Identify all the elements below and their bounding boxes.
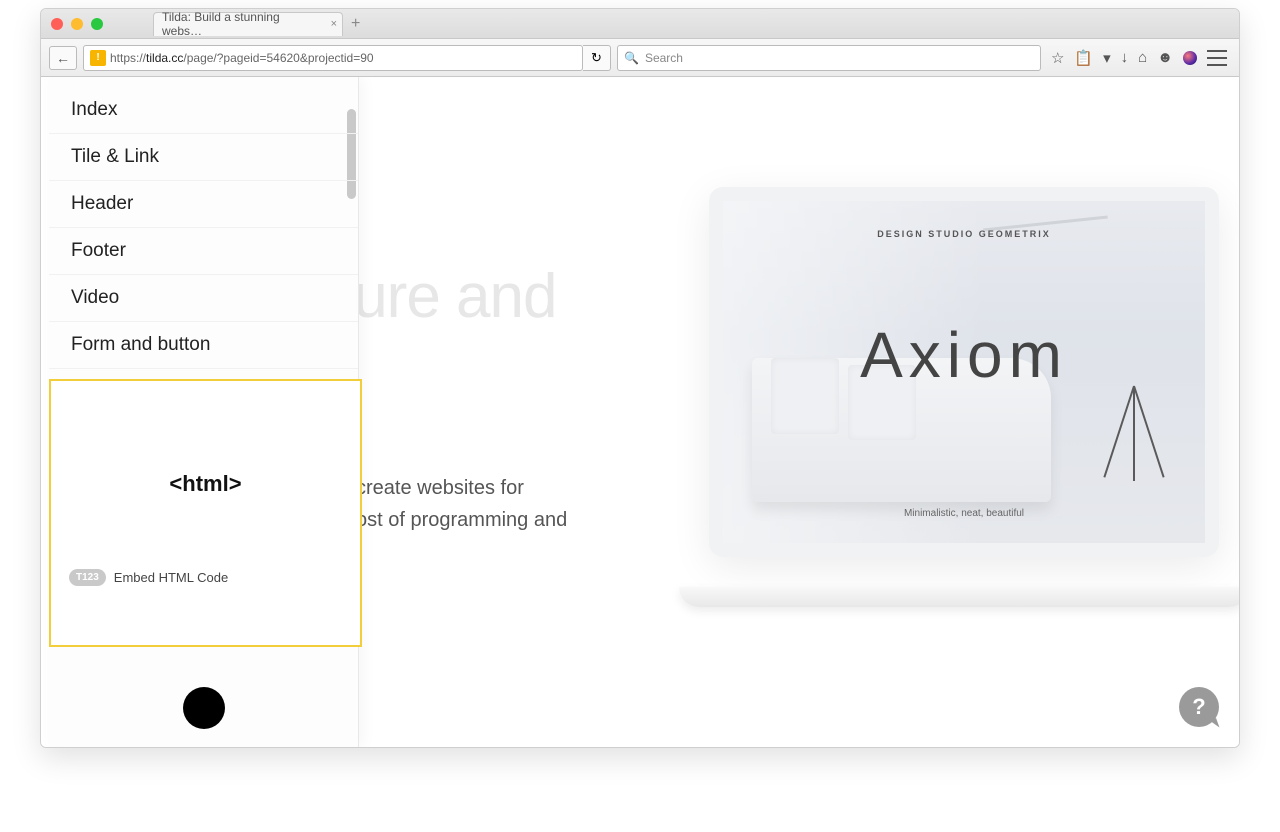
category-tile-link[interactable]: Tile & Link: [49, 134, 358, 181]
search-placeholder: Search: [645, 51, 683, 65]
face-icon[interactable]: ☻: [1157, 49, 1173, 66]
category-list: Index Tile & Link Header Footer Video Fo…: [49, 77, 358, 416]
clipboard-icon[interactable]: 📋: [1074, 49, 1093, 67]
back-button[interactable]: ←: [49, 46, 77, 70]
category-footer[interactable]: Footer: [49, 228, 358, 275]
category-label: Header: [71, 193, 133, 214]
home-icon[interactable]: ⌂: [1138, 49, 1147, 66]
extension-icon[interactable]: [1183, 51, 1197, 65]
room-image: DESIGN STUDIO GEOMETRIX Axiom Minimalist…: [723, 201, 1205, 543]
category-index[interactable]: Index: [49, 87, 358, 134]
help-button[interactable]: ?: [1179, 687, 1219, 727]
laptop-brand-text: DESIGN STUDIO GEOMETRIX: [723, 229, 1205, 239]
toolbar: ← ! https://tilda.cc/page/?pageid=54620&…: [41, 39, 1239, 77]
toolbar-icons: ☆ 📋 ▾ ↓ ⌂ ☻: [1047, 49, 1231, 67]
category-label: Form and button: [71, 334, 210, 355]
add-block-button[interactable]: [183, 687, 225, 729]
help-icon: ?: [1192, 694, 1205, 720]
html-tag-icon: <html>: [169, 471, 241, 497]
category-label: Video: [71, 287, 119, 308]
category-video[interactable]: Video: [49, 275, 358, 322]
traffic-lights: [51, 18, 103, 30]
block-title: Embed HTML Code: [114, 570, 228, 585]
block-library-panel: Index Tile & Link Header Footer Video Fo…: [49, 77, 359, 747]
page-viewport: Architecture and design create websites …: [41, 77, 1239, 747]
laptop-screen: DESIGN STUDIO GEOMETRIX Axiom Minimalist…: [709, 187, 1219, 557]
laptop-base: [679, 587, 1239, 607]
block-preview: <html>: [61, 399, 350, 569]
pocket-icon[interactable]: ▾: [1103, 49, 1111, 67]
url-host: tilda.cc: [146, 51, 183, 65]
laptop-camera: [962, 193, 967, 198]
tab-title: Tilda: Build a stunning webs…: [162, 10, 322, 38]
block-code-badge: T123: [69, 569, 106, 586]
laptop-tagline-text: Minimalistic, neat, beautiful: [723, 508, 1205, 519]
hero-body-line1: create websites for: [356, 472, 567, 504]
tripod-shape: [1118, 386, 1147, 482]
hero-body: create websites for ost of programming a…: [356, 472, 567, 536]
new-tab-button[interactable]: +: [351, 15, 360, 33]
hero-body-line2: ost of programming and: [356, 504, 567, 536]
search-bar[interactable]: 🔍 Search: [617, 45, 1041, 71]
url-path: /page/?pageid=54620&projectid=90: [183, 51, 373, 65]
laptop-mockup: DESIGN STUDIO GEOMETRIX Axiom Minimalist…: [679, 187, 1239, 607]
category-form-button[interactable]: Form and button: [49, 322, 358, 369]
download-icon[interactable]: ↓: [1121, 49, 1129, 66]
category-label: Index: [71, 99, 117, 120]
titlebar: Tilda: Build a stunning webs… × +: [41, 9, 1239, 39]
tab-close-icon[interactable]: ×: [331, 18, 337, 30]
url-bar[interactable]: ! https://tilda.cc/page/?pageid=54620&pr…: [83, 45, 583, 71]
url-proto: https://: [110, 51, 146, 65]
block-meta: T123 Embed HTML Code: [61, 569, 350, 586]
category-header[interactable]: Header: [49, 181, 358, 228]
minimize-icon[interactable]: [71, 18, 83, 30]
block-card-embed-html[interactable]: <html> T123 Embed HTML Code: [49, 379, 362, 647]
category-label: Footer: [71, 240, 126, 261]
laptop-title-text: Axiom: [723, 318, 1205, 392]
maximize-icon[interactable]: [91, 18, 103, 30]
browser-window: Tilda: Build a stunning webs… × + ← ! ht…: [40, 8, 1240, 748]
menu-button[interactable]: [1207, 50, 1227, 66]
reload-button[interactable]: ↻: [583, 45, 611, 71]
browser-tab[interactable]: Tilda: Build a stunning webs… ×: [153, 12, 343, 36]
close-icon[interactable]: [51, 18, 63, 30]
bookmark-star-icon[interactable]: ☆: [1051, 49, 1064, 67]
category-label: Tile & Link: [71, 146, 159, 167]
search-icon: 🔍: [624, 51, 639, 65]
security-warning-icon: !: [90, 50, 106, 66]
